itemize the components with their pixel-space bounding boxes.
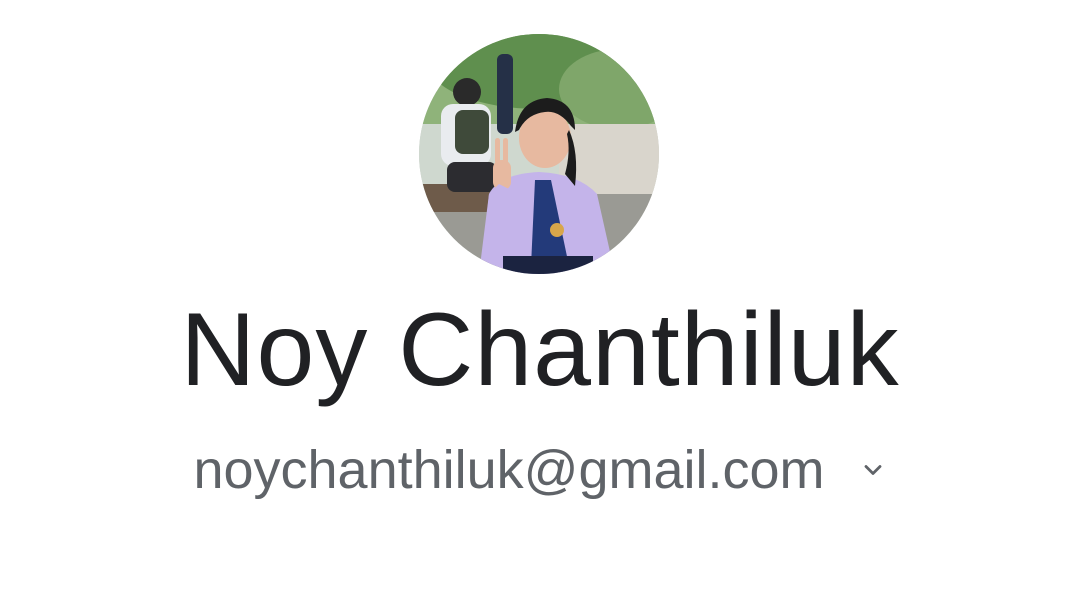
account-email: noychanthiluk@gmail.com [193,440,825,500]
profile-photo-image [419,34,659,274]
account-name: Noy Chanthiluk [180,292,900,408]
chevron-down-icon[interactable] [859,456,887,484]
profile-avatar[interactable] [419,34,659,274]
account-header: Noy Chanthiluk noychanthiluk@gmail.com [0,0,1080,599]
account-switcher[interactable]: noychanthiluk@gmail.com [140,434,940,506]
